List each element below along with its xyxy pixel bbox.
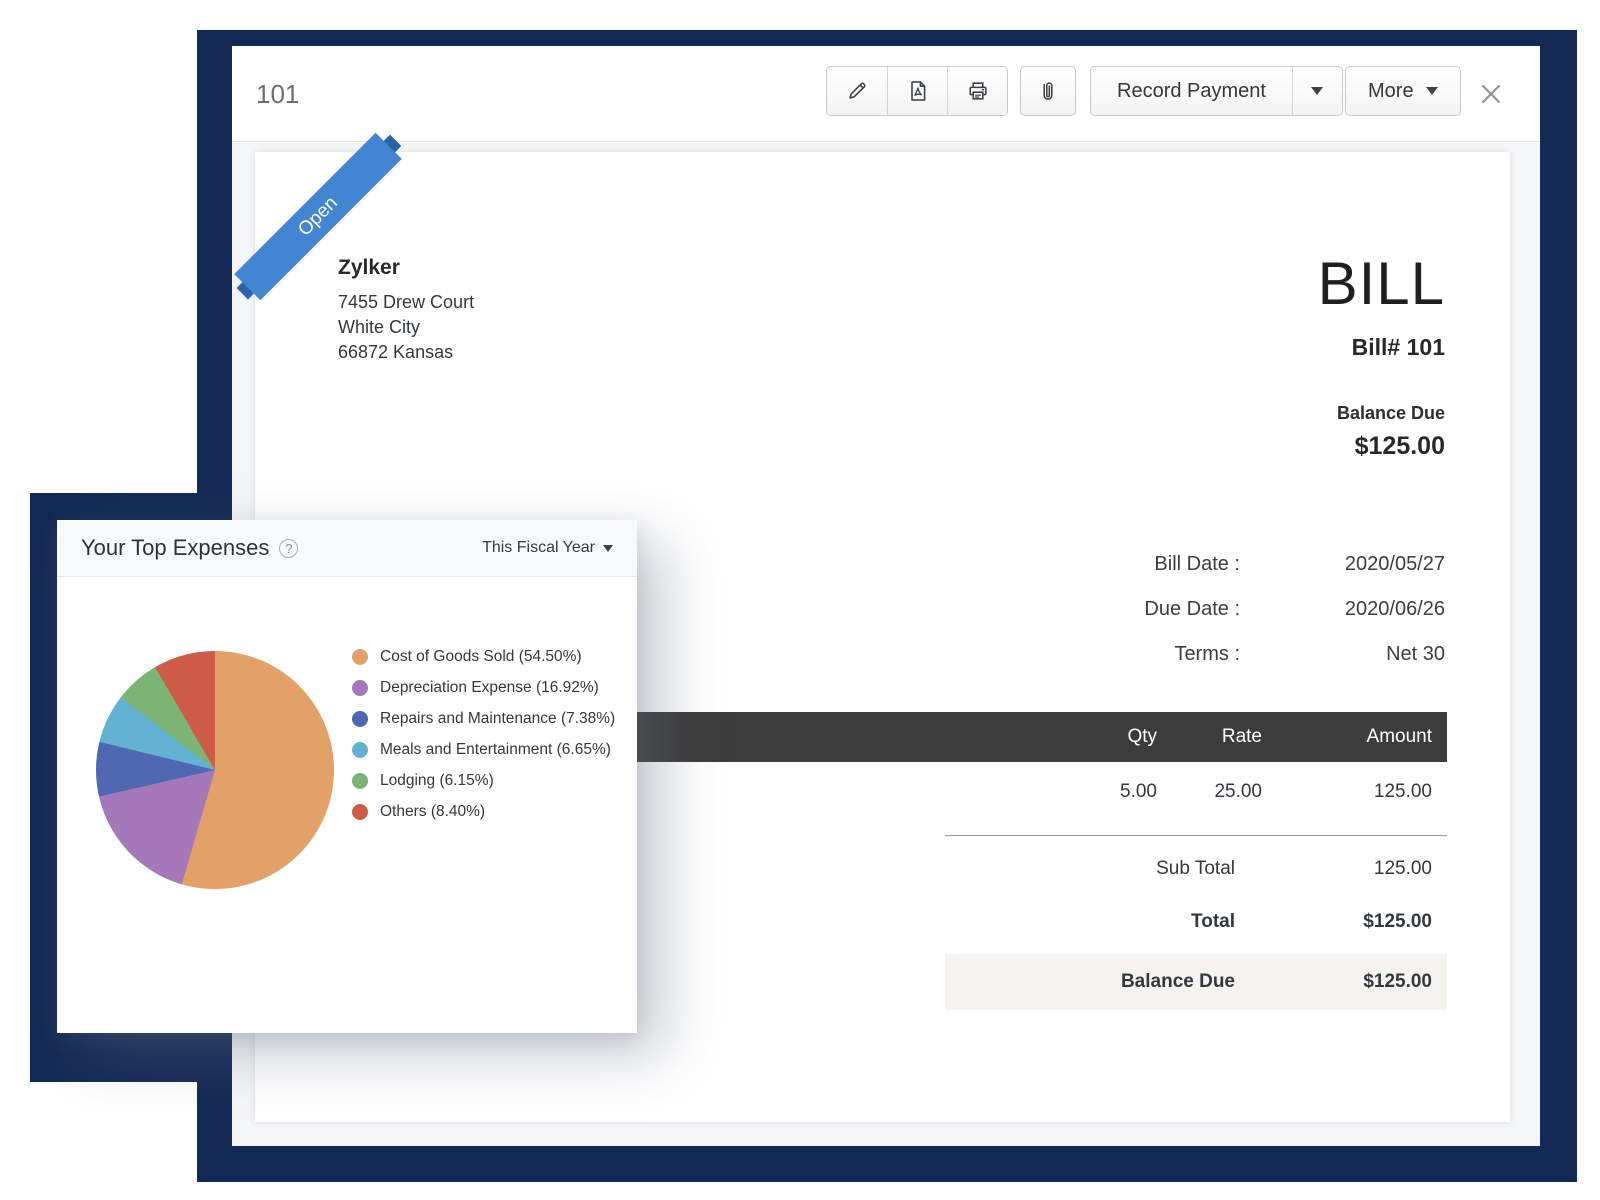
expenses-pie-chart bbox=[96, 651, 334, 889]
due-date-label: Due Date : bbox=[925, 598, 1240, 621]
edit-button[interactable] bbox=[827, 67, 887, 115]
legend-dot bbox=[352, 804, 368, 820]
rate-cell: 25.00 bbox=[1157, 781, 1262, 803]
terms-label: Terms : bbox=[925, 643, 1240, 666]
bill-date-row: Bill Date : 2020/05/27 bbox=[925, 542, 1445, 587]
period-selector[interactable]: This Fiscal Year bbox=[482, 539, 613, 557]
totals-section: Sub Total 125.00 Total $125.00 Balance D… bbox=[945, 835, 1447, 1010]
rate-header: Rate bbox=[1157, 726, 1262, 748]
legend-item: Depreciation Expense (16.92%) bbox=[352, 679, 615, 697]
bill-meta: Bill Date : 2020/05/27 Due Date : 2020/0… bbox=[925, 542, 1445, 677]
qty-header: Qty bbox=[1047, 726, 1157, 748]
print-icon bbox=[966, 79, 990, 103]
pdf-icon bbox=[906, 79, 930, 103]
legend-label: Lodging (6.15%) bbox=[380, 772, 494, 790]
pdf-button[interactable] bbox=[887, 67, 947, 115]
vendor-address-block: Zylker 7455 Drew Court White City 66872 … bbox=[338, 256, 474, 365]
chevron-down-icon bbox=[603, 545, 613, 552]
vendor-address-line: 66872 Kansas bbox=[338, 340, 474, 365]
bill-date-label: Bill Date : bbox=[925, 553, 1240, 576]
help-icon[interactable]: ? bbox=[279, 539, 298, 558]
page-title: BILL bbox=[1318, 252, 1445, 316]
expenses-legend: Cost of Goods Sold (54.50%) Depreciation… bbox=[352, 648, 615, 834]
vendor-address-line: White City bbox=[338, 315, 474, 340]
expenses-card-header: Your Top Expenses ? This Fiscal Year bbox=[57, 520, 637, 577]
balance-due-row-value: $125.00 bbox=[1235, 971, 1432, 993]
terms-row: Terms : Net 30 bbox=[925, 632, 1445, 677]
amount-cell: 125.00 bbox=[1262, 781, 1432, 803]
vendor-address-line: 7455 Drew Court bbox=[338, 290, 474, 315]
top-expenses-card: Your Top Expenses ? This Fiscal Year Cos… bbox=[57, 520, 637, 1033]
record-payment-dropdown[interactable] bbox=[1292, 67, 1342, 115]
close-button[interactable] bbox=[1474, 77, 1508, 111]
chevron-down-icon bbox=[1311, 87, 1323, 95]
due-date-value: 2020/06/26 bbox=[1240, 598, 1445, 621]
balance-due-row-label: Balance Due bbox=[945, 971, 1235, 993]
legend-dot bbox=[352, 742, 368, 758]
edit-icon bbox=[845, 79, 869, 103]
subtotal-label: Sub Total bbox=[945, 858, 1235, 880]
balance-due-row: Balance Due $125.00 bbox=[945, 954, 1447, 1010]
subtotal-row: Sub Total 125.00 bbox=[945, 842, 1447, 895]
amount-header: Amount bbox=[1262, 726, 1432, 748]
toolbar: 101 Record Pay bbox=[232, 46, 1540, 142]
legend-dot bbox=[352, 649, 368, 665]
terms-value: Net 30 bbox=[1240, 643, 1445, 666]
expenses-card-body: Cost of Goods Sold (54.50%) Depreciation… bbox=[57, 577, 637, 1032]
legend-label: Depreciation Expense (16.92%) bbox=[380, 679, 599, 697]
legend-dot bbox=[352, 773, 368, 789]
period-selector-label: This Fiscal Year bbox=[482, 539, 595, 557]
attachment-button[interactable] bbox=[1020, 66, 1076, 116]
more-button[interactable]: More bbox=[1345, 66, 1461, 116]
legend-item: Meals and Entertainment (6.65%) bbox=[352, 741, 615, 759]
legend-item: Repairs and Maintenance (7.38%) bbox=[352, 710, 615, 728]
legend-item: Lodging (6.15%) bbox=[352, 772, 615, 790]
document-number: 101 bbox=[256, 46, 299, 142]
qty-cell: 5.00 bbox=[1047, 781, 1157, 803]
expenses-card-title: Your Top Expenses bbox=[81, 535, 269, 561]
bill-number: Bill# 101 bbox=[1318, 334, 1445, 361]
attachment-icon bbox=[1037, 79, 1059, 103]
bill-date-value: 2020/05/27 bbox=[1240, 553, 1445, 576]
record-payment-split-button: Record Payment bbox=[1090, 66, 1343, 116]
legend-item: Others (8.40%) bbox=[352, 803, 615, 821]
toolbar-icon-group bbox=[826, 66, 1008, 116]
more-button-label: More bbox=[1368, 80, 1414, 103]
legend-item: Cost of Goods Sold (54.50%) bbox=[352, 648, 615, 666]
legend-dot bbox=[352, 680, 368, 696]
subtotal-value: 125.00 bbox=[1235, 858, 1432, 880]
total-value: $125.00 bbox=[1235, 911, 1432, 933]
legend-label: Repairs and Maintenance (7.38%) bbox=[380, 710, 615, 728]
due-date-row: Due Date : 2020/06/26 bbox=[925, 587, 1445, 632]
vendor-name: Zylker bbox=[338, 256, 474, 280]
legend-label: Meals and Entertainment (6.65%) bbox=[380, 741, 611, 759]
chevron-down-icon bbox=[1426, 87, 1438, 95]
close-icon bbox=[1476, 79, 1506, 109]
total-row: Total $125.00 bbox=[945, 895, 1447, 948]
total-label: Total bbox=[945, 911, 1235, 933]
balance-due-label: Balance Due bbox=[1318, 403, 1445, 424]
legend-dot bbox=[352, 711, 368, 727]
balance-due-value: $125.00 bbox=[1318, 432, 1445, 461]
record-payment-button[interactable]: Record Payment bbox=[1091, 67, 1292, 115]
bill-title-block: BILL Bill# 101 Balance Due $125.00 bbox=[1318, 252, 1445, 461]
legend-label: Cost of Goods Sold (54.50%) bbox=[380, 648, 582, 666]
legend-label: Others (8.40%) bbox=[380, 803, 485, 821]
print-button[interactable] bbox=[947, 67, 1007, 115]
